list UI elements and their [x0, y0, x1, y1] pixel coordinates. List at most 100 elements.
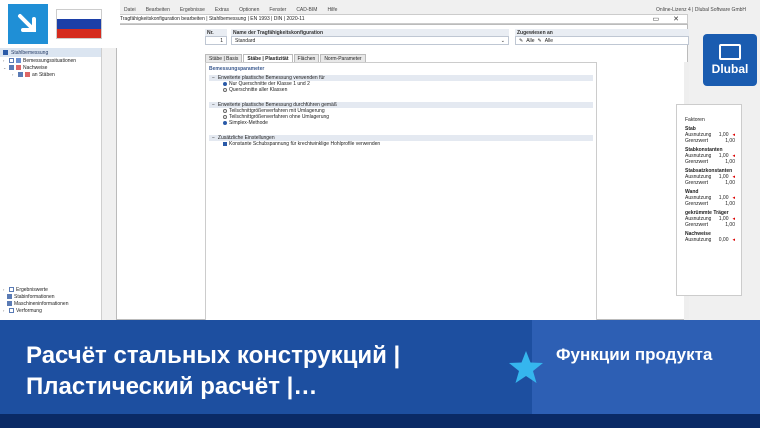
ratio-row: Grenzwert 1,00: [677, 180, 741, 186]
tree-item-label: Bemessungssituationen: [23, 57, 77, 64]
close-icon[interactable]: ✕: [673, 15, 679, 23]
ratio-row: Grenzwert 1,00: [677, 201, 741, 207]
radio-selected-icon[interactable]: [223, 121, 227, 125]
checkbox-icon[interactable]: [9, 65, 14, 70]
menu-edit[interactable]: Bearbeiten: [146, 7, 170, 14]
menu-options[interactable]: Optionen: [239, 7, 259, 14]
ratio-value[interactable]: 1,00: [720, 222, 735, 228]
checkbox-icon[interactable]: [18, 72, 23, 77]
tab-standard-parameters[interactable]: Norm-Parameter: [320, 54, 366, 62]
navigator-header: Stahlbemessung: [0, 48, 101, 57]
tree-item-design-situations[interactable]: › Bemessungssituationen: [0, 57, 101, 64]
checkbox-icon[interactable]: [7, 301, 12, 306]
tab-surfaces[interactable]: Flächen: [293, 54, 320, 62]
tree-item-members[interactable]: › an Stäben: [0, 71, 101, 78]
navigator-results-tree: › Ergebniswerte Stabinformationen Maschi…: [0, 286, 102, 314]
video-title: Расчёт стальных конструкций | Пластическ…: [26, 342, 401, 400]
edit-icon[interactable]: ✎: [519, 38, 523, 44]
section-title: Bemessungsparameter: [209, 66, 265, 72]
checkbox-icon[interactable]: [9, 58, 14, 63]
navigator-title: Stahlbemessung: [11, 49, 49, 56]
chevron-down-icon[interactable]: ⌄: [3, 65, 7, 70]
collapse-icon[interactable]: −: [212, 102, 215, 108]
tree-item-label: Verformung: [16, 307, 42, 314]
tree-item-machine-info[interactable]: Maschineninformationen: [0, 300, 102, 307]
checkbox-icon[interactable]: [9, 308, 14, 313]
chevron-right-icon[interactable]: ›: [3, 287, 7, 292]
no-input[interactable]: 1: [205, 36, 227, 45]
tree-item-result-values[interactable]: › Ergebniswerte: [0, 286, 102, 293]
checkbox-icon[interactable]: [9, 287, 14, 292]
ratio-key: Grenzwert: [685, 138, 709, 144]
tree-item-label: Maschineninformationen: [14, 300, 69, 307]
chevron-right-icon[interactable]: ›: [3, 58, 7, 63]
collapse-icon[interactable]: −: [212, 135, 215, 141]
header-fields: Nr. 1 Name der Tragfähigkeitskonfigurati…: [205, 29, 689, 51]
ratio-value[interactable]: 0,00: [715, 237, 729, 243]
name-select[interactable]: Standard ⌄: [231, 36, 509, 45]
tab-members-plasticity[interactable]: Stäbe | Plastizität: [243, 54, 293, 62]
menu-help[interactable]: Hilfe: [327, 7, 337, 14]
assigned-field: Zugewiesen an ✎ Alle ✎ Alle: [515, 29, 689, 45]
ratio-row: Grenzwert 1,00: [677, 138, 741, 144]
tree-item-member-info[interactable]: Stabinformationen: [0, 293, 102, 300]
radio-icon[interactable]: [223, 115, 227, 119]
chevron-down-icon[interactable]: ⌄: [501, 38, 505, 44]
menu-window[interactable]: Fenster: [269, 7, 286, 14]
ratio-value[interactable]: 1,00: [720, 138, 735, 144]
tab-members-basic[interactable]: Stäbe | Basis: [205, 54, 243, 62]
language-badge: [0, 0, 120, 48]
ratio-groups: Stab Ausnutzung 1,00 ◂ Grenzwert 1,00 Stabkons…: [677, 126, 741, 243]
dialog-tabs: Stäbe | Basis Stäbe | Plastizität Fläche…: [205, 54, 366, 62]
design-configuration-dialog: Nr. 1 Name der Tragfähigkeitskonfigurati…: [116, 24, 689, 321]
collapse-icon[interactable]: −: [212, 75, 215, 81]
option-label: Querschnitte aller Klassen: [229, 87, 288, 93]
menu-results[interactable]: Ergebnisse: [180, 7, 205, 14]
steel-design-icon: [3, 50, 8, 55]
checkbox-checked-icon[interactable]: [223, 142, 227, 146]
checkbox-icon[interactable]: [7, 294, 12, 299]
tree-item-checks[interactable]: ⌄ Nachweise: [0, 64, 101, 71]
option-constant-shear-stress[interactable]: Konstante Schubspannung für krechtwinkli…: [209, 141, 593, 147]
ratio-value[interactable]: 1,00: [720, 180, 735, 186]
assigned-label: Zugewiesen an: [515, 29, 689, 36]
name-field: Name der Tragfähigkeitskonfiguration Sta…: [231, 29, 509, 45]
name-label: Name der Tragfähigkeitskonfiguration: [231, 29, 509, 36]
checks-icon: [16, 65, 21, 70]
chevron-right-icon[interactable]: ›: [3, 308, 7, 313]
chevron-right-icon[interactable]: ›: [12, 72, 16, 77]
menu-tools[interactable]: Extras: [215, 7, 229, 14]
panel-title: Faktoren: [685, 117, 705, 123]
dialog-body: Nr. 1 Name der Tragfähigkeitskonfigurati…: [205, 25, 689, 321]
edit-icon[interactable]: ✎: [538, 38, 542, 44]
limit-marker-icon: ◂: [732, 237, 735, 243]
ratio-key: Grenzwert: [685, 159, 709, 165]
dialog-titlebar: Tragfähigkeitskonfiguration bearbeiten |…: [116, 14, 688, 24]
member-icon: [25, 72, 30, 77]
tree-item-label: Nachweise: [23, 64, 48, 71]
radio-icon[interactable]: [223, 109, 227, 113]
banner-right-block: [532, 320, 760, 414]
no-field: Nr. 1: [205, 29, 227, 45]
tree-item-label: an Stäben: [32, 71, 55, 78]
ratio-value[interactable]: 1,00: [720, 159, 735, 165]
dlubal-logo: Dlubal: [703, 34, 757, 86]
name-value: Standard: [235, 37, 256, 44]
logo-text: Dlubal: [711, 62, 749, 76]
logo-mark-icon: [719, 44, 741, 60]
radio-icon[interactable]: [223, 88, 227, 92]
minimize-icon[interactable]: ▭: [653, 15, 660, 23]
menu-file[interactable]: Datei: [124, 7, 136, 14]
ratio-value[interactable]: 1,00: [720, 201, 735, 207]
no-label: Nr.: [205, 29, 227, 36]
ratio-key: Grenzwert: [685, 201, 709, 207]
tree-item-deformation[interactable]: › Verformung: [0, 307, 102, 314]
category-label: Функции продукта: [556, 345, 713, 364]
radio-selected-icon[interactable]: [223, 82, 227, 86]
ratio-row: Grenzwert 1,00: [677, 159, 741, 165]
menu-cad-bim[interactable]: CAD-BIM: [296, 7, 317, 14]
arrow-down-right-icon: [8, 4, 48, 44]
assigned-input[interactable]: ✎ Alle ✎ Alle: [515, 36, 689, 45]
ratio-row: Ausnutzung 0,00 ◂: [677, 237, 741, 243]
ratio-key: Grenzwert: [685, 180, 709, 186]
